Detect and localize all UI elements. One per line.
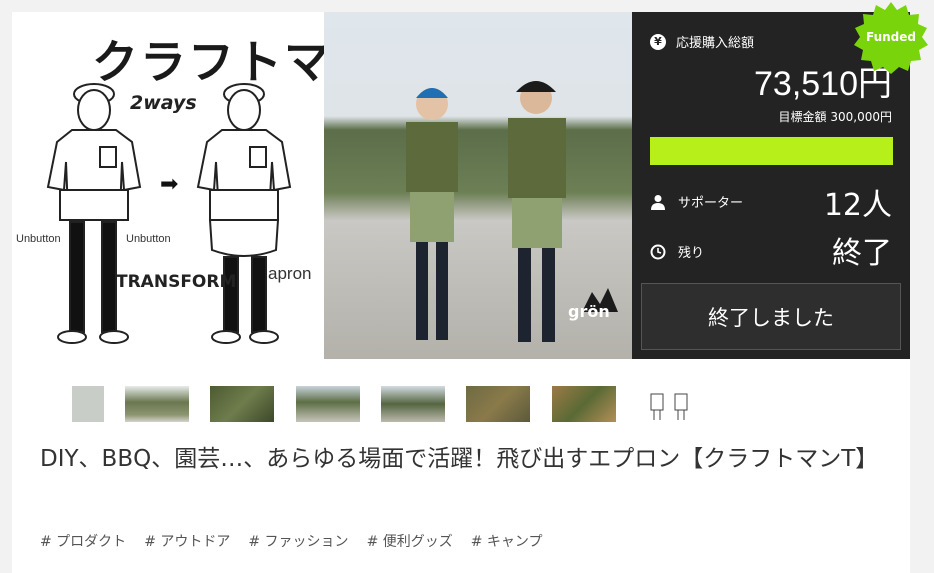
tag-list: # プロダクト # アウトドア # ファッション # 便利グッズ # キャンプ: [40, 531, 543, 551]
brand-logo: grön: [568, 302, 610, 321]
unbutton-label-left: Unbutton: [16, 233, 61, 245]
remaining-value: 終了: [832, 236, 892, 271]
transform-label: TRANSFORM: [116, 272, 237, 292]
progress-fill: [650, 137, 893, 165]
supporters-label: サポーター: [678, 196, 744, 211]
thumbnail-5[interactable]: [381, 386, 445, 422]
thumbnail-4[interactable]: [296, 386, 360, 422]
thumbnail-3[interactable]: [210, 386, 274, 422]
supporters-value: 12人: [823, 188, 892, 223]
yen-icon: ¥: [650, 33, 666, 50]
remaining-row: 残り: [650, 242, 704, 261]
tag-link[interactable]: # プロダクト: [40, 531, 126, 551]
thumbnail-8-illustration: [650, 393, 688, 420]
total-label: 応援購入総額: [676, 36, 755, 51]
total-row: ¥ 応援購入総額: [650, 32, 754, 51]
thumbnail-8[interactable]: [637, 386, 701, 422]
hero-tagline: 2ways: [130, 92, 197, 114]
apron-label: apron: [268, 264, 312, 283]
tag-link[interactable]: # 便利グッズ: [367, 531, 453, 551]
thumbnail-6[interactable]: [466, 386, 530, 422]
unbutton-label-right: Unbutton: [126, 233, 171, 245]
thumbnail-2[interactable]: [125, 386, 189, 422]
project-title: DIY、BBQ、園芸…、あらゆる場面で活躍！飛び出すエプロン【クラフトマンT】: [40, 446, 879, 472]
remaining-label: 残り: [678, 246, 705, 261]
ended-button[interactable]: 終了しました: [641, 283, 901, 350]
person-icon: [651, 194, 665, 210]
tag-link[interactable]: # アウトドア: [144, 531, 230, 551]
thumbnail-7[interactable]: [552, 386, 616, 422]
arrow-right-icon: ➡: [160, 172, 179, 197]
funded-badge: Funded: [865, 30, 916, 44]
tag-link[interactable]: # ファッション: [248, 531, 348, 551]
supporters-row: サポーター: [650, 192, 743, 211]
progress-bar: [650, 137, 893, 165]
clock-icon: [650, 244, 666, 259]
tag-link[interactable]: # キャンプ: [471, 531, 543, 551]
main-image[interactable]: クラフトマンTシャツ 2ways ➡ Unbutton Unbutton TRA…: [12, 12, 632, 359]
goal-amount: 目標金額 300,000円: [778, 110, 892, 124]
illustration-panel: クラフトマンTシャツ 2ways ➡ Unbutton Unbutton TRA…: [12, 12, 555, 359]
thumbnail-1[interactable]: [40, 386, 104, 422]
